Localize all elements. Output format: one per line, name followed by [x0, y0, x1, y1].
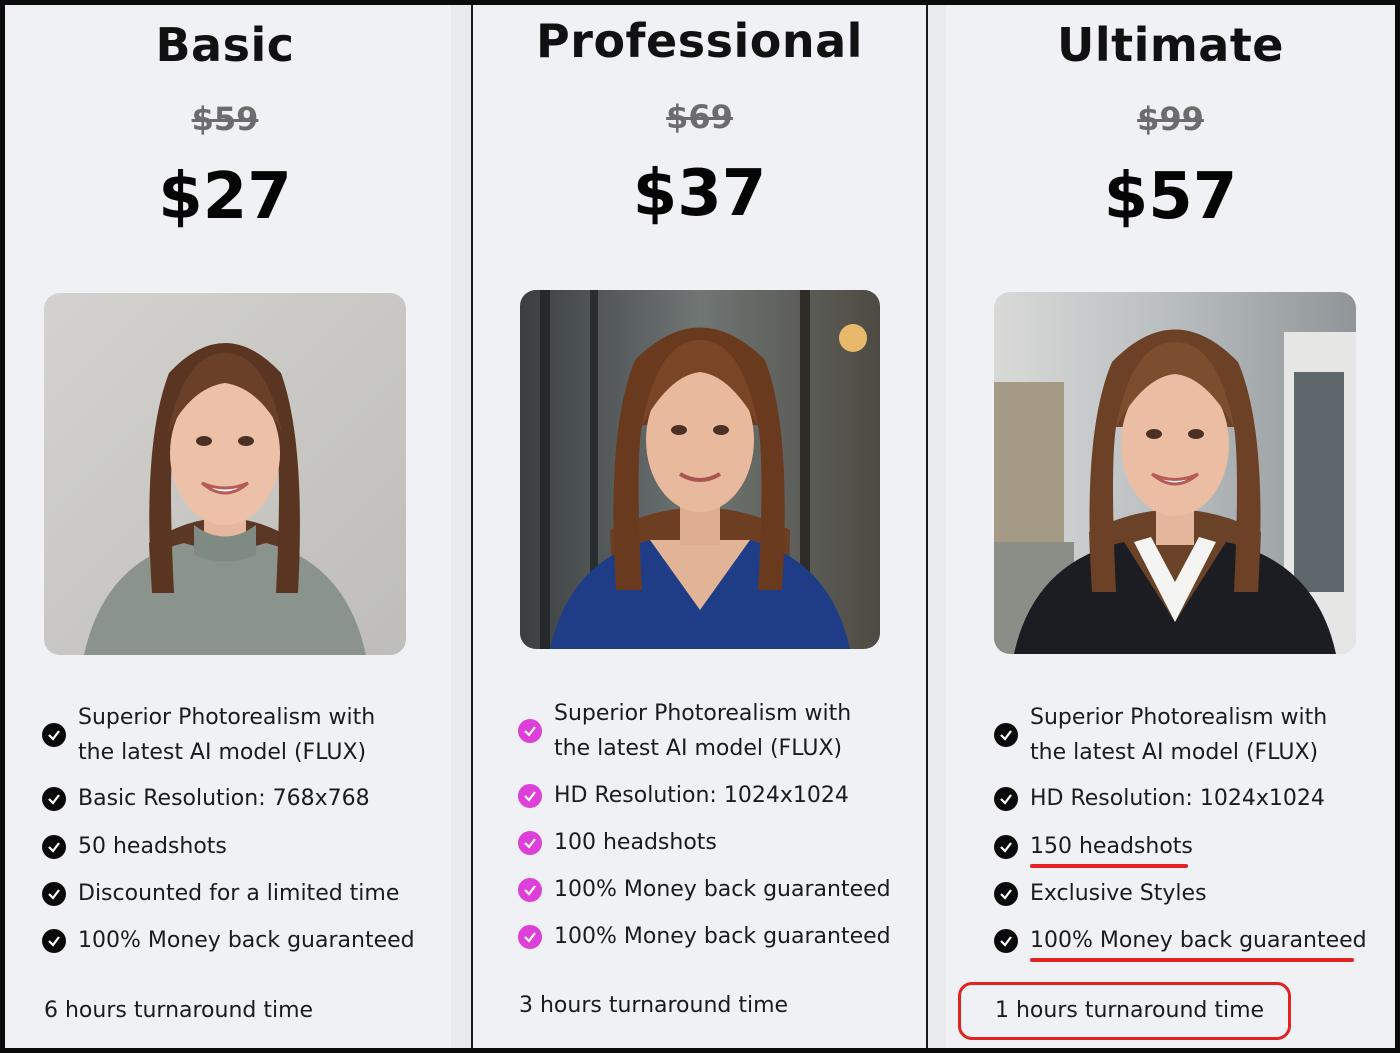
price: $27	[158, 160, 292, 234]
feature-text: Superior Photorealism with	[554, 701, 852, 726]
feature-text: Basic Resolution: 768x768	[78, 786, 370, 811]
gutter	[451, 5, 472, 1048]
plan-name: Basic	[155, 18, 295, 72]
feature-item: 100% Money back guaranteed	[994, 923, 1367, 958]
feature-text: HD Resolution: 1024x1024	[554, 783, 849, 808]
feature-item: 100% Money back guaranteed	[518, 919, 891, 954]
feature-item: 100% Money back guaranteed	[518, 872, 891, 907]
feature-item: Discounted for a limited time	[42, 876, 399, 911]
feature-text: Exclusive Styles	[1030, 881, 1207, 906]
feature-text: 50 headshots	[78, 834, 227, 859]
feature-item: Basic Resolution: 768x768	[42, 781, 370, 816]
check-icon	[518, 924, 542, 949]
plan-name: Ultimate	[1056, 18, 1285, 72]
annotation-underline	[1030, 864, 1188, 868]
feature-item: 50 headshots	[42, 829, 227, 864]
feature-text: 100% Money back guaranteed	[1030, 928, 1367, 953]
feature-item: Exclusive Styles	[994, 876, 1207, 911]
gutter	[928, 5, 946, 1048]
annotation-underline	[1030, 958, 1354, 962]
feature-item: 100 headshots	[518, 825, 717, 860]
check-icon	[518, 830, 542, 855]
feature-text: the latest AI model (FLUX)	[1030, 740, 1319, 765]
feature-item: 150 headshots	[994, 829, 1193, 864]
feature-text: 100% Money back guaranteed	[78, 928, 415, 953]
plan-name: Professional	[536, 14, 863, 68]
feature-item: HD Resolution: 1024x1024	[518, 778, 849, 813]
check-icon	[42, 723, 66, 747]
feature-item: Superior Photorealism with the latest AI…	[994, 700, 1327, 770]
check-icon	[994, 786, 1018, 811]
old-price: $59	[191, 100, 259, 138]
old-price: $69	[666, 98, 733, 136]
old-price: $99	[1137, 100, 1204, 138]
check-icon	[42, 928, 66, 953]
feature-text: 100% Money back guaranteed	[554, 924, 891, 949]
feature-text: Superior Photorealism with	[78, 705, 376, 730]
feature-text: 150 headshots	[1030, 834, 1193, 859]
turnaround-time: 3 hours turnaround time	[519, 993, 789, 1018]
feature-item: HD Resolution: 1024x1024	[994, 781, 1325, 816]
check-icon	[42, 834, 66, 859]
check-icon	[994, 834, 1018, 859]
feature-text: Discounted for a limited time	[78, 881, 400, 906]
check-icon	[518, 783, 542, 808]
headshot-photo	[44, 293, 406, 655]
turnaround-time: 6 hours turnaround time	[44, 998, 314, 1023]
check-icon	[42, 881, 66, 906]
feature-item: Superior Photorealism with the latest AI…	[42, 700, 375, 770]
check-icon	[994, 928, 1018, 953]
headshot-photo	[994, 292, 1356, 654]
feature-text: Superior Photorealism with	[1030, 705, 1328, 730]
feature-item: Superior Photorealism with the latest AI…	[518, 696, 851, 766]
check-icon	[994, 881, 1018, 906]
check-icon	[518, 719, 542, 743]
check-icon	[42, 786, 66, 811]
feature-text: the latest AI model (FLUX)	[78, 740, 367, 765]
headshot-photo	[520, 290, 880, 649]
feature-text: HD Resolution: 1024x1024	[1030, 786, 1325, 811]
check-icon	[994, 723, 1018, 747]
feature-item: 100% Money back guaranteed	[42, 923, 415, 958]
feature-text: 100 headshots	[554, 830, 717, 855]
check-icon	[518, 877, 542, 902]
feature-text: 100% Money back guaranteed	[554, 877, 891, 902]
price: $37	[632, 157, 767, 231]
turnaround-time: 1 hours turnaround time	[995, 998, 1265, 1023]
feature-text: the latest AI model (FLUX)	[554, 736, 843, 761]
price: $57	[1103, 160, 1238, 234]
